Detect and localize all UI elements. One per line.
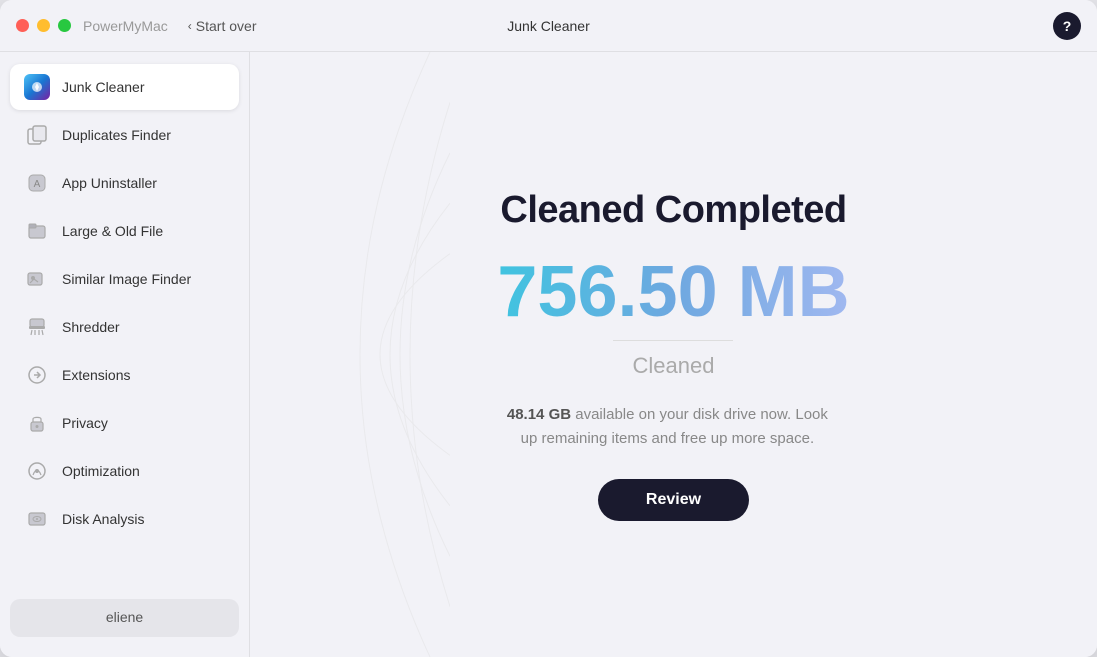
- app-window: PowerMyMac ‹ Start over Junk Cleaner ?: [0, 0, 1097, 657]
- sidebar-item-label-disk-analysis: Disk Analysis: [62, 511, 144, 527]
- cleaned-title: Cleaned Completed: [497, 189, 849, 232]
- window-title: Junk Cleaner: [507, 18, 590, 34]
- sidebar-item-extensions[interactable]: Extensions: [10, 352, 239, 398]
- app-uninstaller-icon: A: [24, 170, 50, 196]
- disk-gb: 48.14 GB: [507, 406, 571, 423]
- sidebar-item-app-uninstaller[interactable]: A App Uninstaller: [10, 160, 239, 206]
- sidebar-item-label-shredder: Shredder: [62, 319, 120, 335]
- sidebar-user-name: eliene: [106, 609, 143, 625]
- sidebar-item-label-large-old-file: Large & Old File: [62, 223, 163, 239]
- sidebar-user[interactable]: eliene: [10, 599, 239, 637]
- chevron-left-icon: ‹: [188, 19, 192, 33]
- review-button[interactable]: Review: [598, 479, 749, 521]
- sidebar-item-shredder[interactable]: Shredder: [10, 304, 239, 350]
- privacy-icon: [24, 410, 50, 436]
- start-over-button[interactable]: ‹ Start over: [188, 18, 257, 34]
- junk-cleaner-icon: [24, 74, 50, 100]
- help-button[interactable]: ?: [1053, 12, 1081, 40]
- app-name: PowerMyMac: [83, 18, 168, 34]
- sidebar-item-label-extensions: Extensions: [62, 367, 130, 383]
- sidebar-item-large-old-file[interactable]: Large & Old File: [10, 208, 239, 254]
- cleaned-label: Cleaned: [497, 353, 849, 379]
- sidebar-item-privacy[interactable]: Privacy: [10, 400, 239, 446]
- background-decoration: [250, 52, 450, 657]
- sidebar-item-label-duplicates-finder: Duplicates Finder: [62, 127, 171, 143]
- extensions-icon: [24, 362, 50, 388]
- cleaned-amount: 756.50 MB: [497, 256, 849, 328]
- shredder-icon: [24, 314, 50, 340]
- sidebar-item-duplicates-finder[interactable]: Duplicates Finder: [10, 112, 239, 158]
- main-content: Junk Cleaner Duplicates Finder: [0, 52, 1097, 657]
- minimize-button[interactable]: [37, 19, 50, 32]
- sidebar-item-label-app-uninstaller: App Uninstaller: [62, 175, 157, 191]
- cleaned-card: Cleaned Completed 756.50 MB Cleaned 48.1…: [497, 189, 849, 521]
- sidebar-item-optimization[interactable]: Optimization: [10, 448, 239, 494]
- sidebar-item-junk-cleaner[interactable]: Junk Cleaner: [10, 64, 239, 110]
- start-over-label: Start over: [196, 18, 257, 34]
- disk-analysis-icon: [24, 506, 50, 532]
- svg-text:A: A: [34, 179, 41, 190]
- optimization-icon: [24, 458, 50, 484]
- disk-info: 48.14 GB available on your disk drive no…: [497, 403, 837, 451]
- sidebar-item-disk-analysis[interactable]: Disk Analysis: [10, 496, 239, 542]
- sidebar-items: Junk Cleaner Duplicates Finder: [0, 64, 249, 591]
- sidebar-item-similar-image-finder[interactable]: Similar Image Finder: [10, 256, 239, 302]
- duplicates-finder-icon: [24, 122, 50, 148]
- sidebar-item-label-junk-cleaner: Junk Cleaner: [62, 79, 145, 95]
- title-bar: PowerMyMac ‹ Start over Junk Cleaner ?: [0, 0, 1097, 52]
- sidebar-item-label-privacy: Privacy: [62, 415, 108, 431]
- large-old-file-icon: [24, 218, 50, 244]
- close-button[interactable]: [16, 19, 29, 32]
- content-area: Cleaned Completed 756.50 MB Cleaned 48.1…: [250, 52, 1097, 657]
- similar-image-finder-icon: [24, 266, 50, 292]
- sidebar-item-label-similar-image-finder: Similar Image Finder: [62, 271, 191, 287]
- sidebar-item-label-optimization: Optimization: [62, 463, 140, 479]
- traffic-lights: [16, 19, 71, 32]
- divider-line: [613, 340, 733, 341]
- maximize-button: [58, 19, 71, 32]
- sidebar: Junk Cleaner Duplicates Finder: [0, 52, 250, 657]
